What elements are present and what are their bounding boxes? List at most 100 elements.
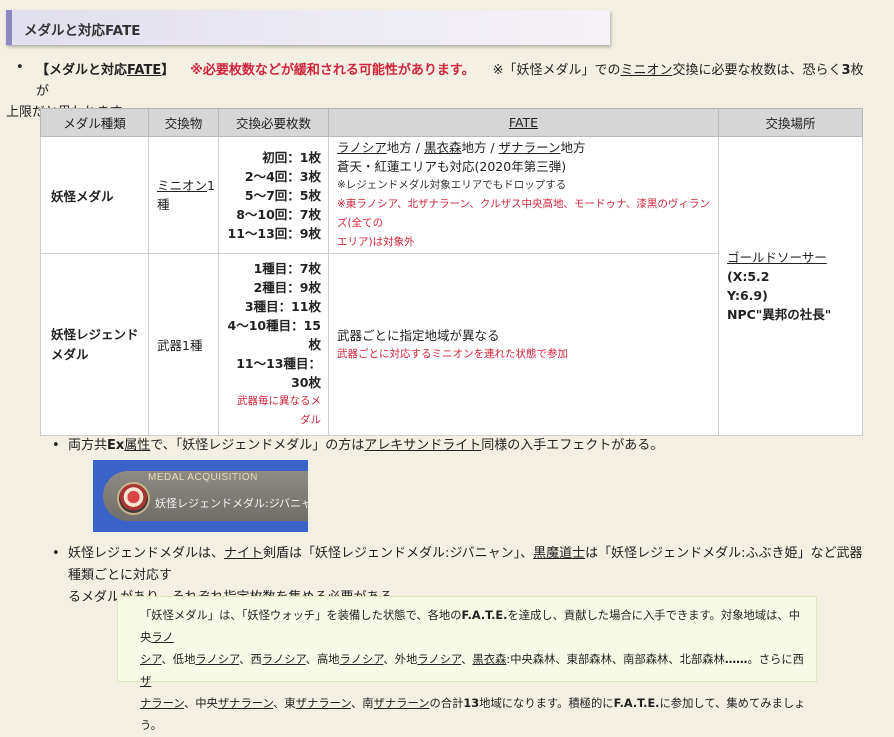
header-medal-type: メダル種類 [40,108,149,137]
thanalan-link[interactable]: ザナラーン [218,697,273,710]
intro-title: メダルと対応 [49,63,128,78]
table-row: 妖怪メダル ミニオン1 種 初回：1枚 2〜4回：3枚 5〜7回：5枚 8〜10… [40,136,863,436]
quote-number: 13 [463,697,480,710]
count-line: 2〜4回：3枚 [244,168,321,184]
quote-text: 、外地 [383,653,418,666]
count-line: 3種目：11枚 [244,299,321,314]
area-suffix: 地方 / [386,140,424,155]
fate-region-note: 武器ごとに指定地域が異なる [337,327,500,343]
bullet-effect: • 両方共Ex属性で、「妖怪レジェンドメダル」の方はアレキサンドライト同様の入手… [52,435,868,456]
attribute-link[interactable]: 属性 [124,438,150,453]
quote-fate: F.A.T.E. [461,609,508,622]
fate-areas: ラノシア地方 / 黒衣森地方 / ザナラーン地方 [337,138,717,157]
la-noscea-link[interactable]: シア [140,653,161,666]
location-line1: ゴールドソーサー (X:5.2 [727,248,861,286]
fate-expansion-note: 蒼天・紅蓮エリアも対応(2020年第三弾) [337,159,567,174]
bracket-close: 】 [161,63,175,78]
fate-drop-note: ※レジェンドメダル対象エリアでもドロップする [337,179,567,191]
quote-text: 、低地 [161,653,196,666]
fate-cell: ラノシア地方 / 黒衣森地方 / ザナラーン地方 蒼天・紅蓮エリアも対応(202… [328,136,719,254]
quote-text: 、 [461,653,473,666]
count-cell: 1種目：7枚 2種目：9枚 3種目：11枚 4〜10種目：15 枚 11〜13種… [218,253,329,436]
medal-icon [117,482,150,515]
acquisition-medal-name: 妖怪レジェンドメダル:ジバニャン [155,497,308,510]
paladin-link[interactable]: ナイト [224,546,263,561]
item-cell: ミニオン1 種 [148,136,219,254]
quote-ellipsis: …… [724,653,748,666]
bracket-open: 【 [36,63,50,78]
quote-text: :中央森林、東部森林、南部森林、北部森林 [506,653,725,666]
la-noscea-link[interactable]: ラノシア [340,653,384,666]
table-header-row: メダル種類 交換物 交換必要枚数 FATE 交換場所 [40,108,863,137]
thanalan-link[interactable]: ザナラーン [499,140,561,155]
quote-text: 、中央 [183,697,218,710]
thanalan-link[interactable]: ザナラーン [296,697,351,710]
warning-text: ※必要枚数などが緩和される可能性があります。 [190,63,475,78]
legend-line1: 妖怪レジェンドメダルは、ナイト剣盾は「妖怪レジェンドメダル:ジバニャン」、黒魔道… [68,543,868,587]
quote-text: 、東 [273,697,296,710]
la-noscea-link[interactable]: ラノシア [337,140,387,155]
quote-text: の合計 [429,697,464,710]
acquisition-title: MEDAL ACQUISITION [148,472,258,483]
item-cell: 武器1種 [148,253,219,436]
gold-saucer-link[interactable]: ゴールドソーサー [727,250,827,265]
count-cell: 初回：1枚 2〜4回：3枚 5〜7回：5枚 8〜10回：7枚 11〜13回：9枚 [218,136,329,254]
black-shroud-link[interactable]: 黒衣森 [424,140,462,155]
medal-table: メダル種類 交換物 交換必要枚数 FATE 交換場所 妖怪メダル ミニオン1 種… [40,108,863,436]
quote-fate: F.A.T.E. [613,697,660,710]
npc-name: NPC"異邦の社長" [727,307,832,322]
count-line: 4〜10種目：15 [227,318,322,333]
quote-text: 、西 [239,653,262,666]
medal-type-text: 妖怪レジェンドメダル [51,326,139,362]
thanalan-link[interactable]: ザ [140,675,151,688]
alexandrite-link[interactable]: アレキサンドライト [364,438,481,453]
count-line: 枚 [308,337,321,352]
medal-type-cell: 妖怪メダル [40,136,149,254]
count-line: 11〜13種目： [236,356,321,371]
count-line: 8〜10回：7枚 [236,206,321,222]
intro-line1: 【メダルと対応FATE】 ※必要枚数などが緩和される可能性があります。 ※「妖怪メダ… [36,60,866,102]
header-location: 交換場所 [718,108,863,137]
area-suffix: 地方 / [461,140,499,155]
header-fate-link[interactable]: FATE [509,115,538,130]
thanalan-link[interactable]: ザナラーン [374,697,430,710]
fate-exclusion-note: ※東ラノシア、北ザナラーン、クルザス中央高地、モードゥナ、漆黒のヴィランズ(全て… [337,198,710,229]
quote-text: 「妖怪メダル」は、「妖怪ウォッチ」を装備した状態で、各地の [140,609,462,622]
section-title: メダルと対応FATE [24,23,141,39]
item-line2: 種 [157,197,170,212]
item-num: 1 [207,178,215,193]
black-shroud-link[interactable]: 黒衣森 [472,653,506,666]
fate-link[interactable]: FATE [127,63,161,78]
header-item: 交換物 [148,108,219,137]
bullet-dot: • [16,60,24,75]
count-note-cont: ダル [300,414,321,426]
bullet-dot: • [52,438,60,453]
area-suffix: 地方 [560,140,586,155]
count-line: 5〜7回：5枚 [244,187,321,203]
minion-link[interactable]: ミニオン [621,63,673,78]
count-line: 11〜13回：9枚 [227,225,322,241]
note-number: 3 [841,63,851,78]
quote-line2: シア、低地ラノシア、西ラノシア、高地ラノシア、外地ラノシア、黒衣森:中央森林、東… [140,649,806,693]
note-pre: ※「妖怪メダル」での [492,63,621,78]
medal-type-cell: 妖怪レジェンドメダル [40,253,149,436]
quote-text: 、南 [350,697,374,710]
section-header: メダルと対応FATE [6,10,610,45]
la-noscea-link[interactable]: ラノシア [195,653,239,666]
minion-link[interactable]: ミニオン [157,178,207,193]
la-noscea-link[interactable]: ラノシア [417,653,461,666]
quote-box: 「妖怪メダル」は、「妖怪ウォッチ」を装備した状態で、各地のF.A.T.E.を達成… [117,596,817,732]
coord-y: Y:6.9) [727,288,768,303]
header-fate[interactable]: FATE [328,108,719,137]
la-noscea-link[interactable]: ラノ [151,631,173,644]
thanalan-link[interactable]: ナラーン [140,697,184,710]
effect-bold: Ex [107,438,125,453]
count-line: 30枚 [291,375,321,390]
fate-minion-note: 武器ごとに対応するミニオンを連れた状態で参加 [337,347,568,360]
la-noscea-link[interactable]: ラノシア [262,653,306,666]
black-mage-link[interactable]: 黒魔道士 [533,546,585,561]
coord-x: (X:5.2 [727,269,770,284]
count-line: 1種目：7枚 [253,261,321,276]
acquisition-image: MEDAL ACQUISITION 妖怪レジェンドメダル:ジバニャン [93,460,308,532]
header-count: 交換必要枚数 [218,108,329,137]
